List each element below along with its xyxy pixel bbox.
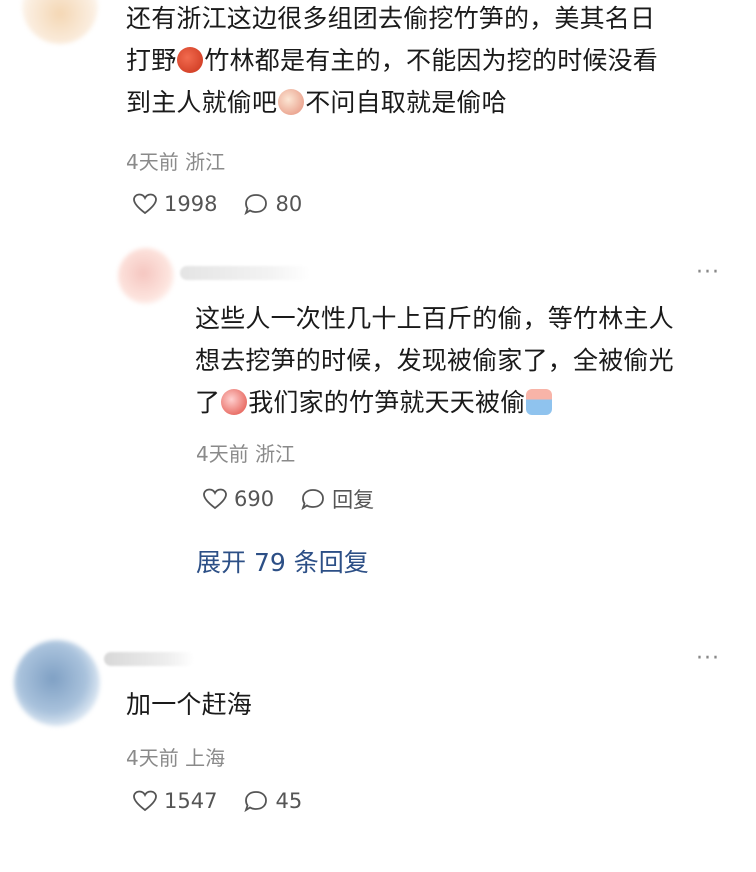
grimace-face-emoji: [278, 89, 305, 115]
heart-icon: [133, 193, 157, 215]
comment-line: 打野 竹林都是有主的，不能因为挖的时候没看: [126, 46, 659, 75]
like-button[interactable]: 1998: [132, 192, 217, 216]
expand-replies-link[interactable]: 展开 79 条回复: [196, 543, 369, 579]
comment-actions: 690 回复: [202, 484, 400, 514]
comment-text: 这些人一次性几十上百斤的偷，等竹林主人 想去挖笋的时候，发现被偷家了，全被偷光 …: [195, 298, 674, 424]
heart-icon: [203, 488, 227, 510]
comment-line: 到主人就偷吧 不问自取就是偷哈: [126, 88, 507, 117]
reply-count: 80: [275, 192, 303, 216]
comment-meta: 4天前 上海: [126, 742, 225, 771]
comment-actions: 1547 45: [132, 789, 328, 813]
comment-line: 了我们家的竹笋就天天被偷: [195, 382, 674, 424]
like-count: 1998: [164, 192, 218, 216]
comment-line: 想去挖笋的时候，发现被偷家了，全被偷光: [195, 346, 674, 375]
avatar[interactable]: [14, 640, 100, 726]
reply-button[interactable]: 80: [243, 192, 302, 216]
timestamp: 4天前: [126, 150, 179, 174]
angry-face-emoji: [177, 47, 204, 73]
comment-line: 还有浙江这边很多组团去偷挖竹笋的，美其名日: [126, 4, 656, 33]
username[interactable]: [180, 266, 310, 280]
reply-button[interactable]: 45: [243, 789, 302, 813]
shocked-face-emoji: [221, 389, 248, 415]
comment-actions: 1998 80: [132, 192, 328, 216]
heart-icon: [133, 790, 157, 812]
like-count: 1547: [164, 789, 218, 813]
more-icon[interactable]: ···: [696, 646, 720, 671]
like-count: 690: [234, 487, 275, 511]
comment-line: 这些人一次性几十上百斤的偷，等竹林主人: [195, 304, 674, 333]
comment-bubble-icon: [244, 791, 268, 813]
like-button[interactable]: 690: [202, 487, 274, 511]
username[interactable]: [104, 652, 194, 666]
location: 浙江: [185, 150, 226, 174]
like-button[interactable]: 1547: [132, 789, 217, 813]
reply-label: 回复: [332, 488, 375, 512]
comment-meta: 4天前 浙江: [196, 438, 295, 467]
avatar[interactable]: [118, 248, 174, 304]
location: 浙江: [255, 442, 296, 466]
reply-count: 45: [275, 789, 303, 813]
comment-bubble-icon: [244, 194, 268, 216]
crying-face-emoji: [526, 389, 553, 415]
comment-bubble-icon: [301, 489, 324, 511]
comment-text: 加一个赶海: [126, 684, 252, 726]
comment-text: 还有浙江这边很多组团去偷挖竹笋的，美其名日 打野 竹林都是有主的，不能因为挖的时候…: [126, 0, 658, 124]
comment-meta: 4天前 浙江: [126, 146, 225, 175]
reply-button[interactable]: 回复: [300, 484, 374, 514]
more-icon[interactable]: ···: [696, 260, 720, 285]
timestamp: 4天前: [126, 746, 179, 770]
comment-line: 加一个赶海: [126, 690, 253, 719]
location: 上海: [185, 746, 226, 770]
avatar[interactable]: [22, 0, 98, 44]
timestamp: 4天前: [196, 442, 249, 466]
